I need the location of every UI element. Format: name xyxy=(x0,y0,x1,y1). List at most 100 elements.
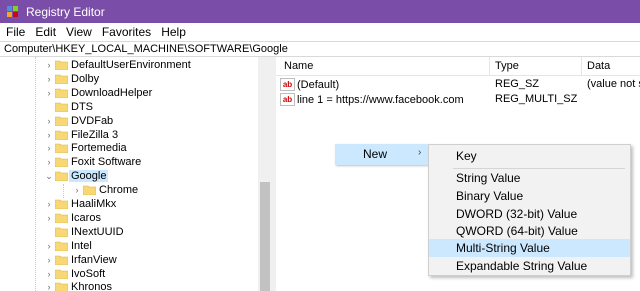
value-type: REG_SZ xyxy=(495,78,540,90)
key-tree: › DefaultUserEnvironment › Dolby › DownloadHe… xyxy=(0,57,272,291)
submenu-binary-value[interactable]: Binary Value xyxy=(429,187,630,205)
submenu-multi-string-value[interactable]: Multi-String Value xyxy=(429,239,630,257)
submenu-expandable-string-value[interactable]: Expandable String Value xyxy=(429,257,630,275)
chevron-right-icon xyxy=(44,100,54,114)
folder-icon xyxy=(54,116,69,126)
tree-item-label: INextUUID xyxy=(71,225,124,238)
chevron-right-icon[interactable]: › xyxy=(44,72,54,86)
value-row[interactable]: ab line 1 = https://www.facebook.com REG… xyxy=(276,93,640,108)
tree-item-label: DTS xyxy=(71,100,93,113)
tree-item-fortemedia[interactable]: › Fortemedia xyxy=(0,141,258,155)
chevron-right-icon[interactable]: › xyxy=(44,114,54,128)
tree-item-label: IvoSoft xyxy=(71,267,106,280)
column-name[interactable]: Name xyxy=(284,60,313,72)
submenu-key[interactable]: Key xyxy=(429,147,630,165)
tree-item-chrome[interactable]: › Chrome xyxy=(0,183,258,197)
registry-editor-icon xyxy=(7,5,19,18)
folder-icon xyxy=(54,227,69,238)
menu-bar: File Edit View Favorites Help xyxy=(0,23,640,41)
tree-item-haalimkx[interactable]: › HaaliMkx xyxy=(0,197,258,211)
menu-help[interactable]: Help xyxy=(156,25,191,39)
submenu-item-label: Multi-String Value xyxy=(456,241,550,255)
submenu-string-value[interactable]: String Value xyxy=(429,169,630,187)
submenu-item-label: QWORD (64-bit) Value xyxy=(456,224,578,238)
chevron-right-icon[interactable]: › xyxy=(44,86,54,100)
tree-item-label: Foxit Software xyxy=(71,156,142,169)
context-menu-new[interactable]: New › xyxy=(335,144,428,165)
tree-item-label: Intel xyxy=(71,239,92,252)
chevron-right-icon[interactable]: › xyxy=(44,197,54,211)
chevron-right-icon[interactable]: › xyxy=(44,128,54,142)
chevron-right-icon[interactable]: › xyxy=(44,211,54,225)
tree-item-irfanview[interactable]: › IrfanView xyxy=(0,253,258,267)
title-bar: Registry Editor xyxy=(0,0,640,23)
address-bar[interactable]: Computer\HKEY_LOCAL_MACHINE\SOFTWARE\Goo… xyxy=(0,41,640,57)
value-type: REG_MULTI_SZ xyxy=(495,93,578,105)
tree-item-dts[interactable]: DTS xyxy=(0,100,258,114)
folder-icon xyxy=(54,269,69,279)
tree-item-icaros[interactable]: › Icaros xyxy=(0,211,258,225)
string-value-icon: ab xyxy=(280,93,295,106)
chevron-right-icon[interactable]: › xyxy=(44,58,54,72)
tree-item-label: Icaros xyxy=(71,211,101,224)
column-divider[interactable] xyxy=(581,57,582,75)
tree-item-dvdfab[interactable]: › DVDFab xyxy=(0,114,258,128)
chevron-down-icon[interactable]: ⌄ xyxy=(44,169,54,183)
submenu-item-label: Binary Value xyxy=(456,189,524,203)
tree-item-foxit-software[interactable]: › Foxit Software xyxy=(0,155,258,169)
menu-edit[interactable]: Edit xyxy=(30,25,61,39)
new-submenu: Key String Value Binary Value DWORD (32-… xyxy=(428,144,631,276)
tree-item-label: IrfanView xyxy=(71,253,117,266)
menu-file[interactable]: File xyxy=(0,25,30,39)
tree-item-inextuuid[interactable]: INextUUID xyxy=(0,225,258,239)
submenu-item-label: Key xyxy=(456,149,477,163)
value-name: line 1 = https://www.facebook.com xyxy=(297,93,464,106)
value-data: (value not set) xyxy=(587,78,640,90)
value-row[interactable]: ab (Default) REG_SZ (value not set) xyxy=(276,78,640,93)
menu-view[interactable]: View xyxy=(61,25,97,39)
chevron-right-icon[interactable]: › xyxy=(44,155,54,169)
folder-icon xyxy=(54,102,69,112)
column-divider[interactable] xyxy=(489,57,490,75)
tree-item-label: DVDFab xyxy=(71,114,114,127)
tree-item-dolby[interactable]: › Dolby xyxy=(0,72,258,86)
tree-item-defaultuserenvironment[interactable]: › DefaultUserEnvironment xyxy=(0,58,258,72)
folder-icon xyxy=(54,60,69,71)
folder-icon xyxy=(54,199,69,210)
tree-item-ivosoft[interactable]: › IvoSoft xyxy=(0,267,258,281)
chevron-right-icon[interactable]: › xyxy=(44,141,54,155)
submenu-item-label: DWORD (32-bit) Value xyxy=(456,207,578,221)
tree-scrollbar[interactable] xyxy=(258,57,272,291)
submenu-dword-value[interactable]: DWORD (32-bit) Value xyxy=(429,205,630,223)
folder-icon xyxy=(54,255,69,265)
chevron-right-icon[interactable]: › xyxy=(44,280,54,291)
folder-icon xyxy=(54,88,69,99)
column-data[interactable]: Data xyxy=(587,60,610,72)
string-value-icon: ab xyxy=(280,78,295,91)
tree-item-downloadhelper[interactable]: › DownloadHelper xyxy=(0,86,258,100)
folder-icon xyxy=(54,213,69,224)
chevron-right-icon[interactable]: › xyxy=(44,267,54,281)
tree-item-label: HaaliMkx xyxy=(71,198,117,210)
tree-item-label: FileZilla 3 xyxy=(71,128,119,141)
tree-item-label: DownloadHelper xyxy=(71,86,153,99)
folder-icon xyxy=(82,185,97,196)
chevron-right-icon[interactable]: › xyxy=(72,183,82,197)
menu-favorites[interactable]: Favorites xyxy=(97,25,156,39)
tree-item-label: Chrome xyxy=(99,184,139,197)
tree-item-label: DefaultUserEnvironment xyxy=(71,59,191,71)
chevron-right-icon xyxy=(44,225,54,239)
chevron-right-icon[interactable]: › xyxy=(44,253,54,267)
tree-scrollbar-thumb[interactable] xyxy=(260,182,270,291)
tree-item-khronos[interactable]: › Khronos xyxy=(0,280,258,291)
tree-item-intel[interactable]: › Intel xyxy=(0,239,258,253)
column-type[interactable]: Type xyxy=(495,60,519,72)
tree-item-label: Dolby xyxy=(71,72,100,85)
folder-icon xyxy=(54,282,69,291)
tree-item-google[interactable]: ⌄ Google xyxy=(0,169,258,183)
tree-item-filezilla-3[interactable]: › FileZilla 3 xyxy=(0,128,258,142)
chevron-right-icon: › xyxy=(418,147,422,158)
submenu-qword-value[interactable]: QWORD (64-bit) Value xyxy=(429,222,630,240)
chevron-right-icon[interactable]: › xyxy=(44,239,54,253)
address-path: Computer\HKEY_LOCAL_MACHINE\SOFTWARE\Goo… xyxy=(4,43,288,55)
